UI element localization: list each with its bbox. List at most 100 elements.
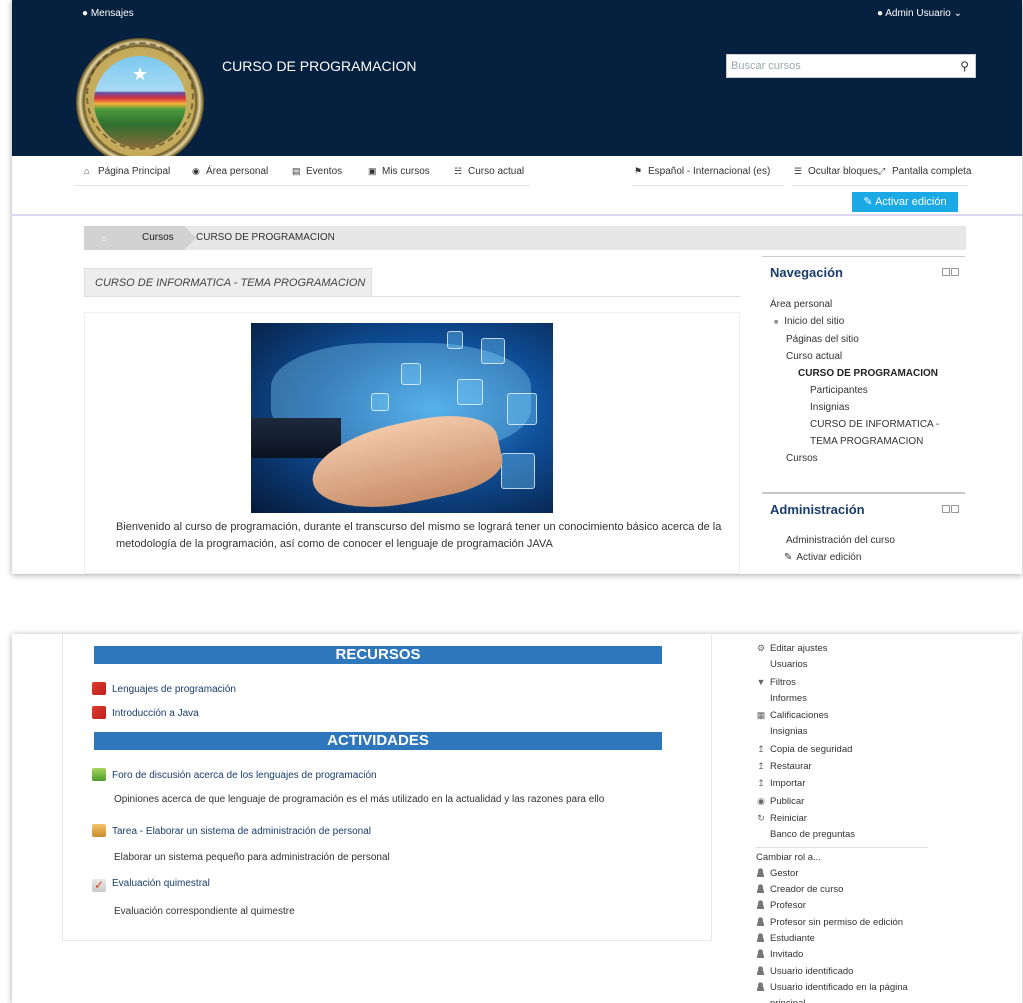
admin-item-reports[interactable]: Informes [756, 691, 946, 707]
navigation-block-title: Navegación [770, 265, 843, 280]
role-item-continuation[interactable]: principal [756, 996, 946, 1003]
course-admin-item[interactable]: Administración del curso [762, 532, 965, 549]
nav-tree-item[interactable]: Cursos [762, 450, 965, 467]
nav-tree-item[interactable]: Área personal [762, 296, 965, 313]
nav-current-course[interactable]: ☵ Curso actual [454, 166, 524, 177]
admin-item-edit-settings[interactable]: ⚙ Editar ajustes [756, 640, 946, 657]
hide-blocks-button[interactable]: ☰ Ocultar bloques [794, 166, 878, 177]
role-item[interactable]: Profesor [756, 898, 946, 914]
admin-item-grades[interactable]: ▦ Calificaciones [756, 707, 946, 724]
user-menu[interactable]: ● Admin Usuario ⌄ [877, 8, 962, 19]
switch-role-label[interactable]: Cambiar rol a... [756, 850, 946, 866]
role-item[interactable]: Estudiante [756, 931, 946, 947]
resource-title: Lenguajes de programación [112, 684, 236, 695]
nav-tree-item-active[interactable]: CURSO DE PROGRAMACION [762, 365, 965, 382]
fullscreen-label: Pantalla completa [892, 166, 972, 177]
admin-item-publish[interactable]: ◉ Publicar [756, 793, 946, 810]
breadcrumb-home[interactable]: ⌂ [84, 226, 124, 250]
nav-tree-item[interactable]: Páginas del sitio [762, 331, 965, 348]
user-icon: ● [876, 8, 883, 19]
nav-tree-item[interactable]: Insignias [762, 399, 965, 416]
pdf-icon [92, 682, 106, 695]
messages-label: Mensajes [90, 8, 134, 19]
admin-item-label: Calificaciones [770, 710, 829, 722]
activate-edit-item[interactable]: ✎ Activar edición [762, 549, 965, 566]
search-input[interactable] [727, 55, 947, 77]
role-item[interactable]: Usuario identificado [756, 964, 946, 980]
admin-item-restore[interactable]: ↥ Restaurar [756, 758, 946, 775]
section-divider [84, 296, 740, 297]
user-icon [756, 916, 765, 926]
breadcrumb-arrow [184, 226, 196, 250]
nav-dashboard[interactable]: ◉ Área personal [192, 166, 268, 177]
main-navbar: ⌂ Página Principal ◉ Área personal ▤ Evento… [12, 156, 1022, 216]
nav-tree-item[interactable]: TEMA PROGRAMACION [762, 433, 965, 450]
admin-item-users[interactable]: Usuarios [756, 657, 946, 673]
resource-title: Introducción a Java [112, 708, 199, 719]
administration-tree: Administración del curso ✎ Activar edició… [762, 532, 965, 566]
quiz-link[interactable]: ✓ Evaluación quimestral [92, 878, 210, 892]
resource-link[interactable]: Introducción a Java [92, 706, 199, 719]
floating-tile [457, 379, 483, 405]
nav-dashboard-label: Área personal [206, 166, 269, 177]
forum-link[interactable]: Foro de discusión acerca de los lenguaje… [92, 768, 377, 781]
admin-menu: ⚙ Editar ajustes Usuarios ▼ Filtros Inform… [756, 640, 946, 1003]
nav-events-label: Eventos [306, 166, 343, 177]
section-title: CURSO DE INFORMATICA - TEMA PROGRAMACION [84, 268, 372, 296]
activate-edit-item-label: Activar edición [796, 552, 862, 563]
breadcrumb-cursos[interactable]: Cursos [124, 226, 184, 250]
resources-header: RECURSOS [94, 646, 662, 664]
chat-icon: ● [82, 8, 89, 19]
admin-item-badges[interactable]: Insignias [756, 724, 946, 740]
role-item[interactable]: Creador de curso [756, 882, 946, 898]
block-controls [941, 268, 959, 278]
nav-tree-item[interactable]: Participantes [762, 382, 965, 399]
navigation-block-header: Navegación [762, 256, 965, 286]
admin-item-question-bank[interactable]: Banco de preguntas [756, 827, 946, 843]
admin-item-label: Publicar [770, 795, 805, 807]
language-divider [632, 185, 784, 186]
search-icon[interactable]: ⚲ [960, 59, 969, 73]
user-icon [756, 965, 765, 975]
course-intro-text: Bienvenido al curso de programación, dur… [116, 521, 722, 550]
activate-edit-button[interactable]: ✎ Activar edición [852, 192, 958, 212]
dock-icon[interactable] [951, 268, 959, 276]
admin-item-import[interactable]: ↥ Importar [756, 775, 946, 792]
fullscreen-button[interactable]: ⤢ Pantalla completa [878, 166, 972, 177]
navigation-block: Navegación Área personal ■ Inicio del sit… [762, 256, 965, 467]
user-icon [756, 900, 765, 910]
nav-events[interactable]: ▤ Eventos [292, 166, 342, 177]
nav-current-course-label: Curso actual [468, 166, 525, 177]
role-item[interactable]: Profesor sin permiso de edición [756, 915, 946, 931]
expand-icon: ⤢ [878, 166, 886, 176]
nav-tree-item[interactable]: CURSO DE INFORMATICA - [762, 416, 965, 433]
language-menu[interactable]: ⚑ Español - Internacional (es) [634, 166, 770, 177]
nav-tree-item[interactable]: Curso actual [762, 348, 965, 365]
indent-icon: ☰ [794, 166, 803, 176]
admin-item-reset[interactable]: ↻ Reiniciar [756, 810, 946, 827]
admin-item-backup[interactable]: ↥ Copia de seguridad [756, 741, 946, 758]
role-item[interactable]: Usuario identificado en la página [756, 980, 946, 996]
navigation-tree: Área personal ■ Inicio del sitio Páginas … [762, 296, 965, 467]
pdf-icon [92, 706, 106, 719]
dock-icon[interactable] [951, 505, 959, 513]
admin-item-label: Reiniciar [770, 812, 807, 824]
nav-tree-label: Inicio del sitio [784, 316, 845, 327]
floating-tile [401, 363, 421, 385]
nav-my-courses[interactable]: ▣ Mis cursos [368, 166, 430, 177]
site-title[interactable]: CURSO DE PROGRAMACION [222, 58, 416, 74]
assignment-link[interactable]: Tarea - Elaborar un sistema de administr… [92, 824, 371, 837]
collapse-icon[interactable] [942, 505, 950, 513]
star-icon: ★ [132, 64, 149, 84]
admin-item-filters[interactable]: ▼ Filtros [756, 674, 946, 691]
assignment-description: Elaborar un sistema pequeño para adminis… [114, 852, 390, 863]
collapse-icon[interactable] [942, 268, 950, 276]
nav-tree-item[interactable]: ■ Inicio del sitio [762, 313, 965, 331]
resource-link[interactable]: Lenguajes de programación [92, 682, 236, 695]
role-label: Gestor [770, 867, 799, 879]
nav-home[interactable]: ⌂ Página Principal [84, 166, 170, 177]
role-item[interactable]: Invitado [756, 947, 946, 963]
role-item[interactable]: Gestor [756, 866, 946, 882]
forum-title: Foro de discusión acerca de los lenguaje… [112, 770, 377, 781]
messages-link[interactable]: ● Mensajes [82, 8, 134, 19]
